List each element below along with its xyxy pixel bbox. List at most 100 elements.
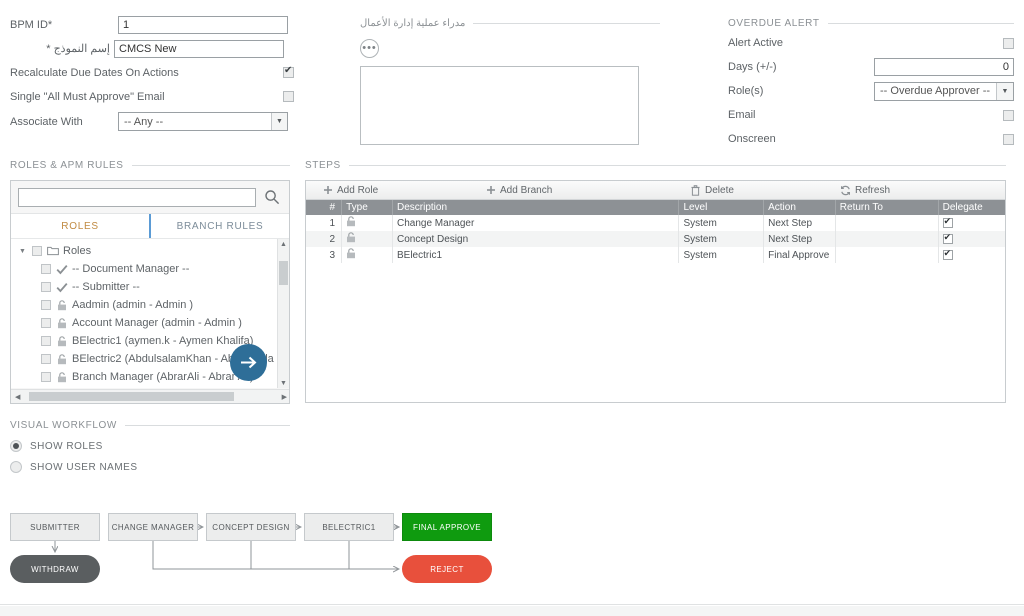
- legend-divider: [131, 165, 290, 166]
- table-row[interactable]: 3 BElectric1 System Final Approve: [306, 247, 1005, 263]
- delegate-checkbox[interactable]: [942, 248, 953, 260]
- radio-button-selected[interactable]: [10, 440, 22, 452]
- scroll-down-icon[interactable]: ▼: [280, 380, 287, 387]
- tree-node-aadmin[interactable]: Aadmin (admin - Admin ): [11, 296, 289, 314]
- add-role-label: Add Role: [337, 184, 379, 196]
- scroll-left-icon[interactable]: ◀: [15, 393, 20, 401]
- add-branch-button[interactable]: Add Branch: [469, 185, 674, 196]
- recalculate-due-dates-checkbox[interactable]: [283, 65, 294, 78]
- radio-button-unselected[interactable]: [10, 461, 22, 473]
- bpm-managers-legend-row: مدراء عملية إدارة الأعمال: [360, 18, 660, 29]
- onscreen-checkbox[interactable]: [1003, 133, 1014, 145]
- tree-checkbox[interactable]: [41, 282, 51, 292]
- tree-checkbox[interactable]: [41, 372, 51, 382]
- cell-number: 3: [306, 247, 343, 263]
- email-label: Email: [728, 109, 756, 121]
- bpm-managers-list[interactable]: [360, 66, 639, 145]
- radio-show-roles[interactable]: SHOW ROLES: [10, 440, 290, 452]
- delegate-checkbox[interactable]: [942, 216, 953, 228]
- email-checkbox[interactable]: [1003, 109, 1014, 121]
- lock-icon: [55, 371, 68, 383]
- cell-type: [342, 231, 393, 247]
- tree-node-submitter[interactable]: -- Submitter --: [11, 278, 289, 296]
- delegate-checkbox[interactable]: [942, 232, 953, 244]
- radio-show-user-names[interactable]: SHOW USER NAMES: [10, 461, 290, 473]
- chevron-down-icon[interactable]: ▼: [996, 82, 1013, 100]
- check-icon: [55, 282, 68, 293]
- workflow-node-submitter[interactable]: SUBMITTER: [10, 513, 100, 541]
- tree-checkbox[interactable]: [41, 336, 51, 346]
- associate-with-select[interactable]: -- Any -- ▼: [118, 112, 288, 131]
- cell-number: 2: [306, 231, 343, 247]
- tree-checkbox[interactable]: [41, 354, 51, 364]
- tree-node-roles-root[interactable]: ▼ Roles: [11, 242, 289, 260]
- refresh-button[interactable]: Refresh: [824, 185, 890, 196]
- tree-node-account-manager[interactable]: Account Manager (admin - Admin ): [11, 314, 289, 332]
- assign-role-arrow-button[interactable]: [230, 344, 267, 381]
- overdue-row-days: Days (+/-): [728, 57, 1014, 77]
- bpm-managers-legend: مدراء عملية إدارة الأعمال: [360, 18, 466, 29]
- overdue-row-email: Email: [728, 105, 1014, 125]
- scroll-right-icon[interactable]: ▶: [282, 393, 287, 401]
- bpm-managers-more-button[interactable]: •••: [360, 39, 379, 58]
- chevron-down-icon[interactable]: ▼: [271, 113, 287, 130]
- roles-apm-rules-legend: ROLES & APM RULES: [10, 160, 124, 171]
- field-row-form-name: إسم النموذج *: [10, 38, 295, 59]
- delete-button[interactable]: Delete: [674, 185, 824, 196]
- bpm-id-label: BPM ID*: [10, 18, 53, 31]
- search-icon[interactable]: [262, 187, 282, 207]
- days-input[interactable]: [874, 58, 1014, 76]
- tree-node-label: -- Document Manager --: [72, 263, 190, 275]
- overdue-roles-select[interactable]: -- Overdue Approver -- ▼: [874, 81, 1014, 101]
- lock-icon: [55, 299, 68, 311]
- tree-checkbox[interactable]: [41, 264, 51, 274]
- steps-section: STEPS Add Role Add Branch Delete Refresh…: [305, 160, 1006, 403]
- scrollbar-thumb[interactable]: [279, 261, 288, 285]
- tree-checkbox[interactable]: [32, 246, 42, 256]
- show-roles-label: SHOW ROLES: [30, 440, 103, 452]
- cell-action: Next Step: [764, 215, 836, 231]
- tree-checkbox[interactable]: [41, 300, 51, 310]
- tree-node-label: BElectric1 (aymen.k - Aymen Khalifa): [72, 335, 254, 347]
- steps-table-header: # Type Description Level Action Return T…: [306, 200, 1005, 215]
- overdue-row-roles: Role(s) -- Overdue Approver -- ▼: [728, 81, 1014, 101]
- workflow-node-change-manager[interactable]: CHANGE MANAGER: [108, 513, 198, 541]
- bpm-properties-form: BPM ID* إسم النموذج * Recalculate Due Da…: [10, 14, 295, 135]
- add-role-button[interactable]: Add Role: [306, 185, 469, 196]
- scroll-up-icon[interactable]: ▲: [280, 241, 287, 248]
- cell-level: System: [679, 247, 765, 263]
- tree-checkbox[interactable]: [41, 318, 51, 328]
- form-name-input[interactable]: [114, 39, 284, 58]
- roles-search-input[interactable]: [18, 187, 256, 207]
- lock-icon: [55, 317, 68, 329]
- workflow-node-final-approve[interactable]: FINAL APPROVE: [402, 513, 492, 541]
- associate-with-label: Associate With: [10, 115, 83, 128]
- lock-icon: [346, 248, 356, 262]
- workflow-node-belectric1[interactable]: BELECTRIC1: [304, 513, 394, 541]
- field-row-single-email: Single "All Must Approve" Email: [10, 86, 295, 107]
- tree-node-document-manager[interactable]: -- Document Manager --: [11, 260, 289, 278]
- add-branch-label: Add Branch: [500, 184, 553, 196]
- workflow-node-reject[interactable]: REJECT: [402, 555, 492, 583]
- overdue-alert-legend-row: OVERDUE ALERT: [728, 18, 1014, 29]
- workflow-node-concept-design[interactable]: CONCEPT DESIGN: [206, 513, 296, 541]
- trash-icon: [690, 184, 701, 196]
- legend-divider: [473, 23, 660, 24]
- visual-workflow-section: VISUAL WORKFLOW SHOW ROLES SHOW USER NAM…: [10, 420, 290, 473]
- table-row[interactable]: 2 Concept Design System Next Step: [306, 231, 1005, 247]
- table-row[interactable]: 1 Change Manager System Next Step: [306, 215, 1005, 231]
- tab-roles[interactable]: ROLES: [11, 214, 149, 238]
- single-all-must-approve-email-checkbox[interactable]: [283, 91, 294, 102]
- workflow-node-withdraw[interactable]: WITHDRAW: [10, 555, 100, 583]
- chevron-expand-icon[interactable]: ▼: [19, 248, 28, 255]
- bpm-id-input[interactable]: [118, 15, 288, 34]
- roles-tree-horizontal-scrollbar[interactable]: ◀ ▶: [11, 389, 289, 403]
- steps-legend-row: STEPS: [305, 160, 1006, 171]
- tab-branch-rules[interactable]: BRANCH RULES: [149, 214, 289, 238]
- scrollbar-thumb[interactable]: [29, 392, 234, 401]
- alert-active-checkbox[interactable]: [1003, 37, 1014, 49]
- cell-action: Next Step: [764, 231, 836, 247]
- roles-tabs: ROLES BRANCH RULES: [11, 213, 289, 238]
- roles-tree-vertical-scrollbar[interactable]: ▲ ▼: [277, 239, 289, 388]
- overdue-roles-value: -- Overdue Approver --: [880, 85, 991, 97]
